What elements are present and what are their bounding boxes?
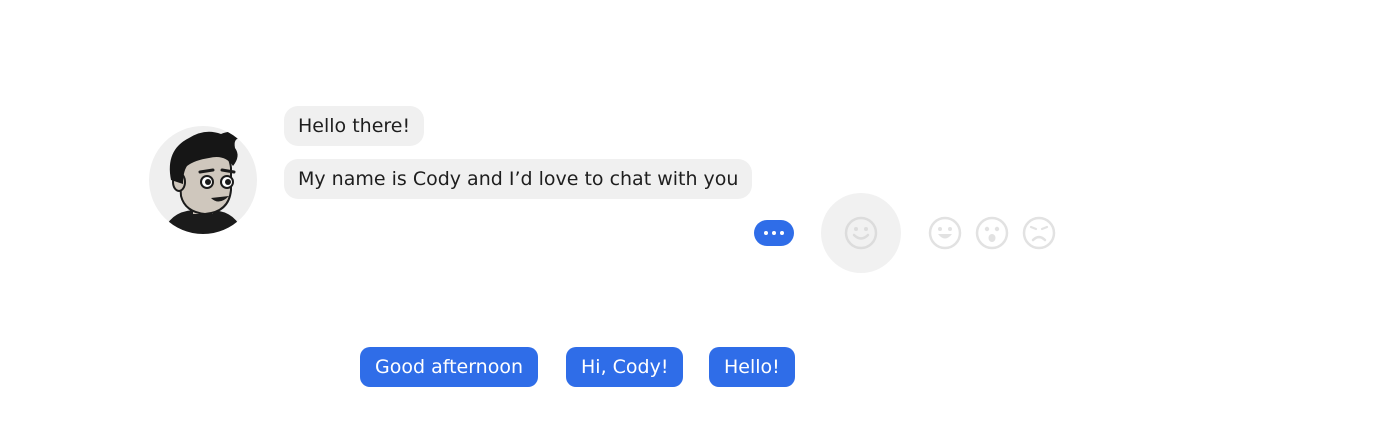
reaction-happy[interactable] — [928, 216, 962, 250]
reaction-button[interactable] — [821, 193, 901, 273]
ellipsis-icon — [772, 231, 776, 235]
surprised-icon — [975, 216, 1009, 250]
reaction-sad[interactable] — [1022, 216, 1056, 250]
quick-reply-button[interactable]: Good afternoon — [360, 347, 539, 387]
chat-widget: Hello there! My name is Cody and I’d lov… — [0, 0, 1400, 448]
cartoon-man-avatar-icon — [163, 131, 243, 234]
reaction-surprised[interactable] — [975, 216, 1009, 250]
message-bubble: Hello there! — [284, 106, 425, 146]
bot-avatar — [149, 126, 257, 234]
more-options-button[interactable] — [754, 220, 794, 246]
sad-icon — [1022, 216, 1056, 250]
quick-reply-button[interactable]: Hi, Cody! — [566, 347, 684, 387]
ellipsis-icon — [780, 231, 784, 235]
quick-reply-button[interactable]: Hello! — [709, 347, 795, 387]
ellipsis-icon — [764, 231, 768, 235]
message-bubble: My name is Cody and I’d love to chat wit… — [284, 159, 753, 199]
smile-icon — [844, 216, 878, 250]
grin-icon — [928, 216, 962, 250]
